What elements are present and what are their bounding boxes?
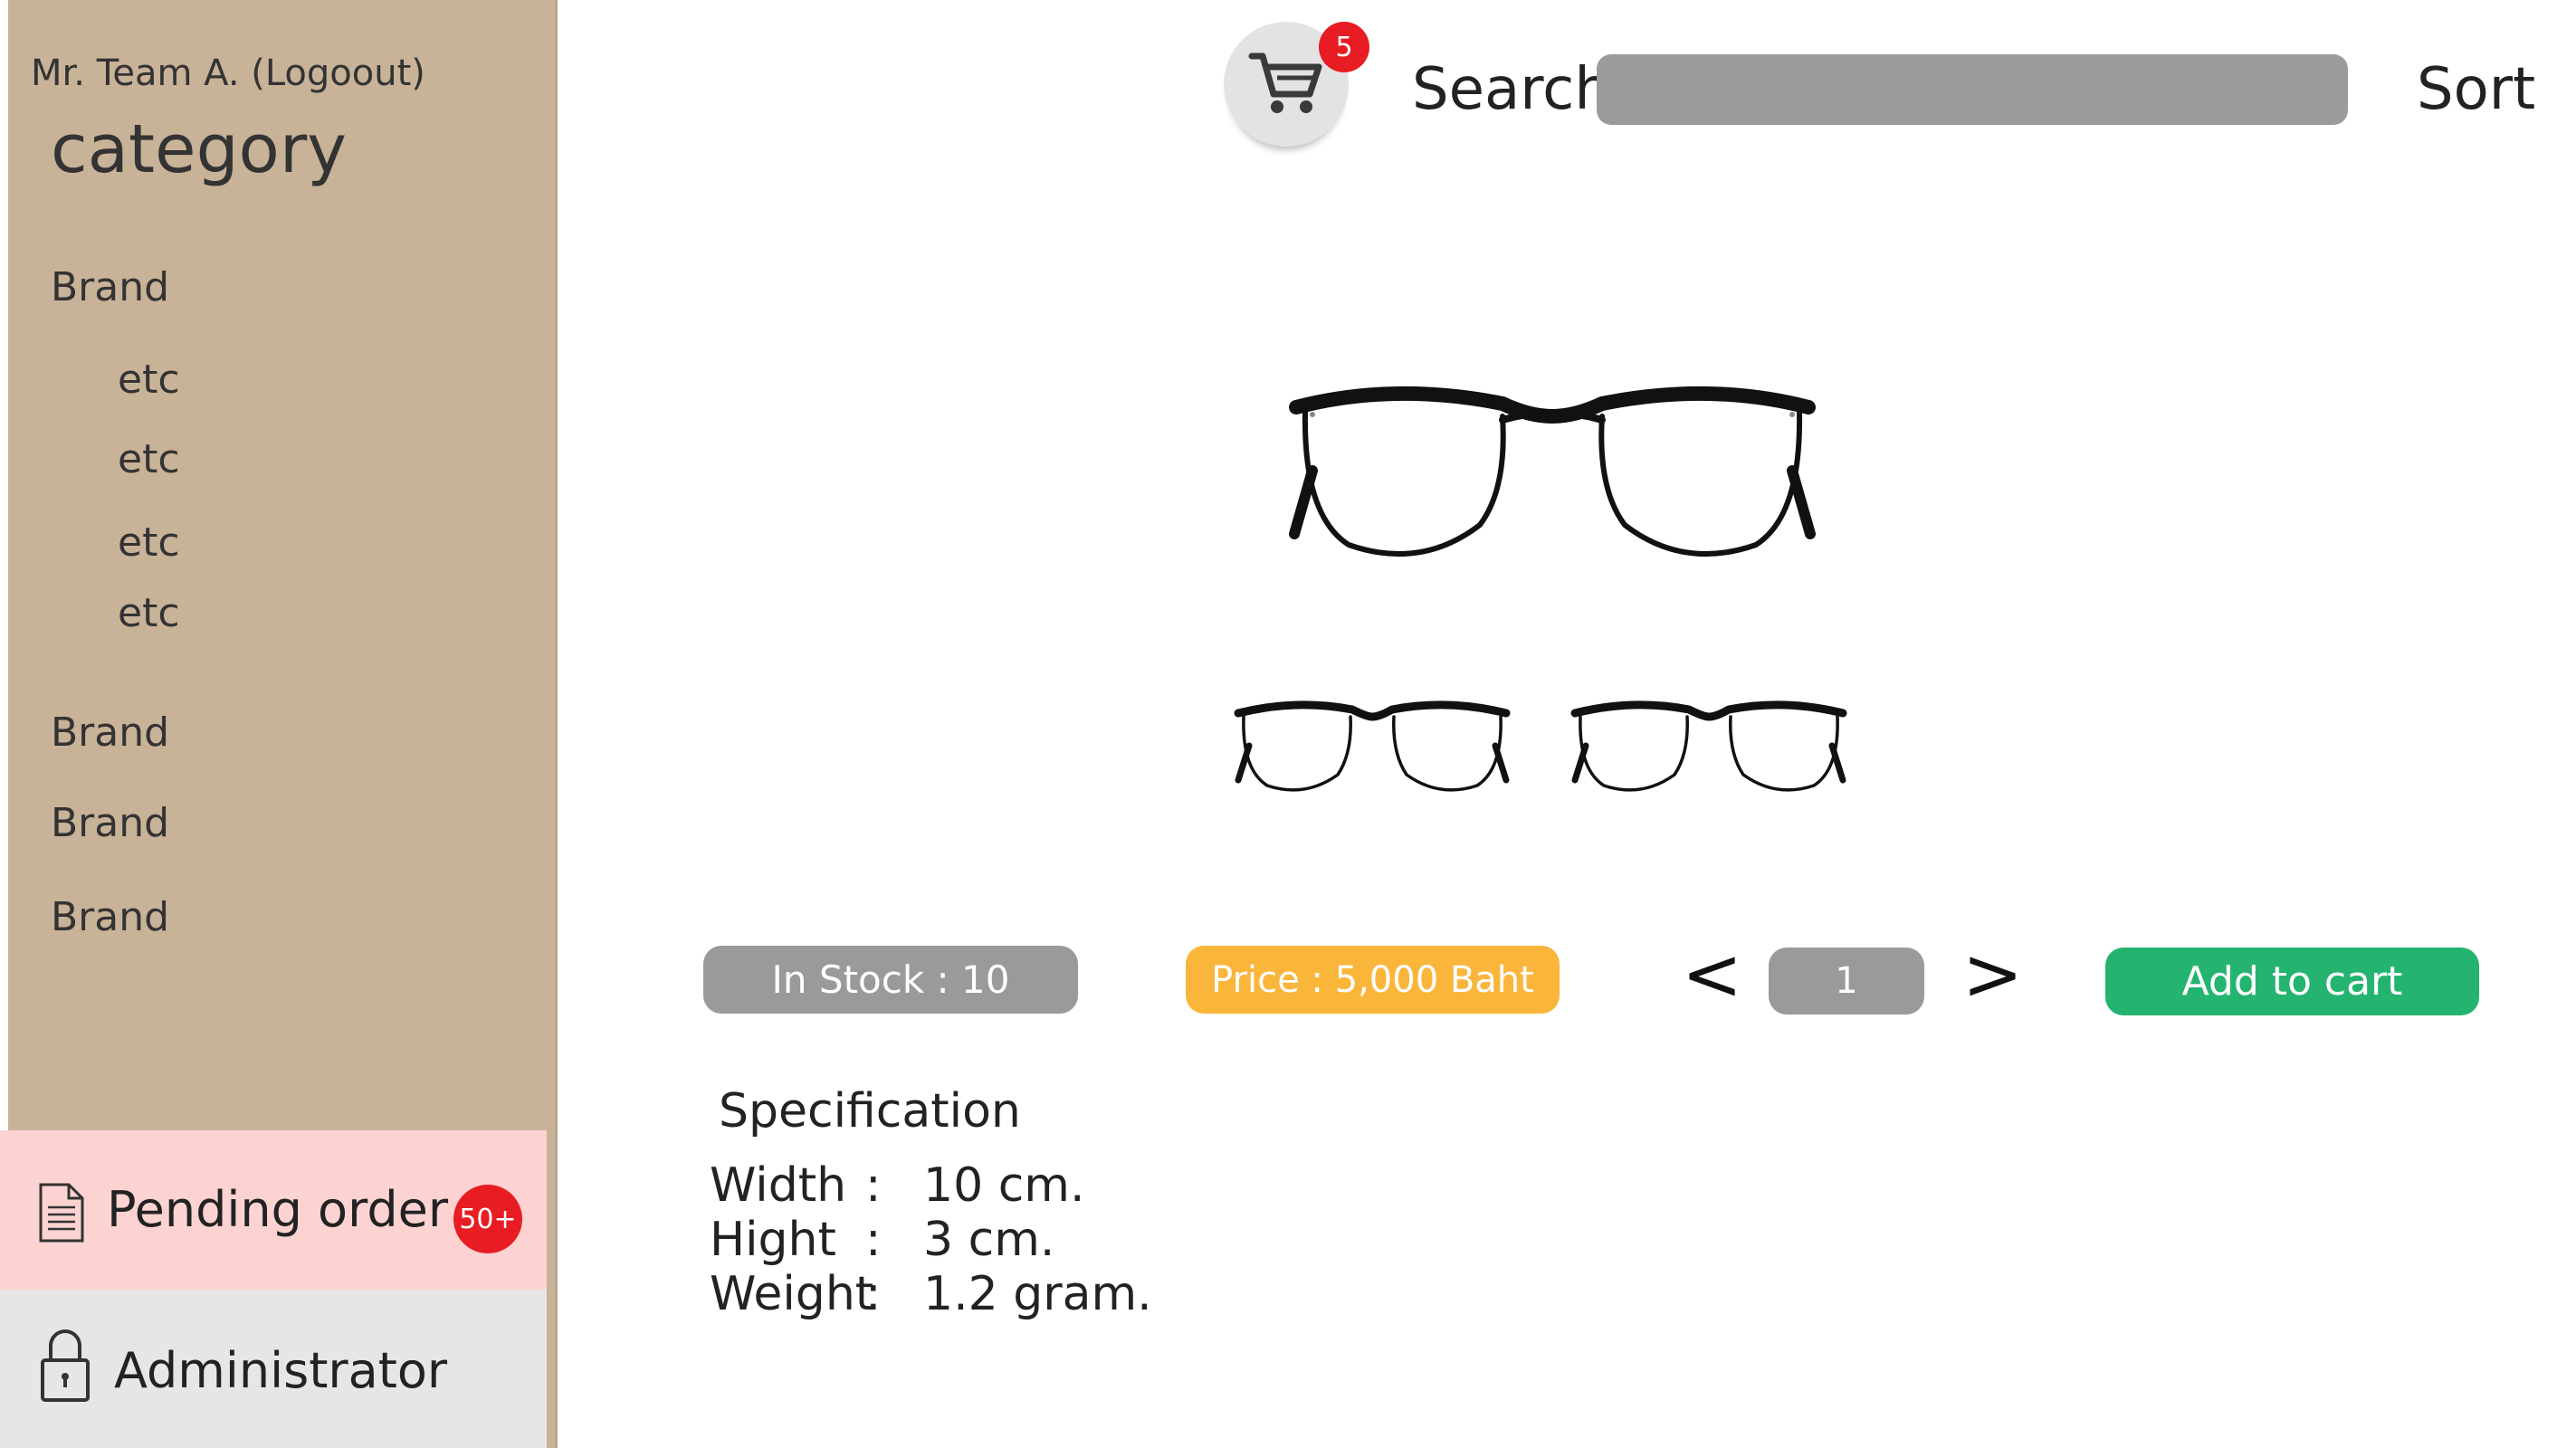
pending-order-label: Pending order (107, 1181, 449, 1238)
spec-value: 1.2 gram. (923, 1267, 1152, 1321)
spec-key: Weight (710, 1267, 874, 1321)
sidebar-subitem[interactable]: etc (118, 436, 180, 482)
sidebar-item-brand[interactable]: Brand (51, 894, 169, 940)
quantity-decrease-button[interactable]: < (1682, 932, 1742, 1016)
sidebar-item-brand[interactable]: Brand (51, 800, 169, 846)
document-icon (39, 1183, 84, 1243)
cart-icon (1248, 52, 1322, 113)
administrator-label: Administrator (114, 1342, 448, 1399)
pending-order-button[interactable]: Pending order 50+ (0, 1130, 547, 1290)
price-badge: Price : 5,000 Baht (1186, 946, 1560, 1014)
sidebar-item-brand[interactable]: Brand (51, 710, 169, 756)
sidebar-subitem[interactable]: etc (118, 357, 180, 403)
sort-button[interactable]: Sort (2417, 56, 2535, 123)
spec-value: 3 cm. (923, 1213, 1055, 1267)
lock-icon (41, 1329, 90, 1402)
spec-key: Width (710, 1158, 847, 1213)
spec-separator: : (865, 1213, 882, 1267)
search-input[interactable] (1597, 54, 2348, 125)
sidebar-divider (555, 0, 558, 1448)
quantity-increase-button[interactable]: > (1962, 932, 2023, 1016)
spec-value: 10 cm. (923, 1158, 1085, 1213)
spec-key: Hight (710, 1213, 836, 1267)
spec-separator: : (865, 1158, 882, 1213)
category-title: category (51, 110, 348, 188)
stock-badge: In Stock : 10 (703, 946, 1078, 1014)
administrator-button[interactable]: Administrator (0, 1290, 547, 1448)
sidebar-item-brand[interactable]: Brand (51, 264, 169, 310)
spec-separator: : (865, 1267, 882, 1321)
sidebar-subitem[interactable]: etc (118, 590, 180, 636)
specification-title: Specification (719, 1084, 1021, 1138)
user-logout-link[interactable]: Mr. Team A. (Logoout) (31, 52, 425, 94)
product-thumbnail[interactable] (1233, 697, 1512, 798)
pending-order-badge: 50+ (453, 1185, 522, 1253)
product-thumbnail[interactable] (1569, 697, 1848, 798)
search-label: Search (1412, 56, 1611, 123)
product-main-image (1289, 386, 1816, 557)
cart-count-badge: 5 (1319, 22, 1369, 72)
sidebar-subitem[interactable]: etc (118, 519, 180, 566)
quantity-field[interactable]: 1 (1769, 948, 1924, 1015)
add-to-cart-button[interactable]: Add to cart (2105, 948, 2479, 1015)
